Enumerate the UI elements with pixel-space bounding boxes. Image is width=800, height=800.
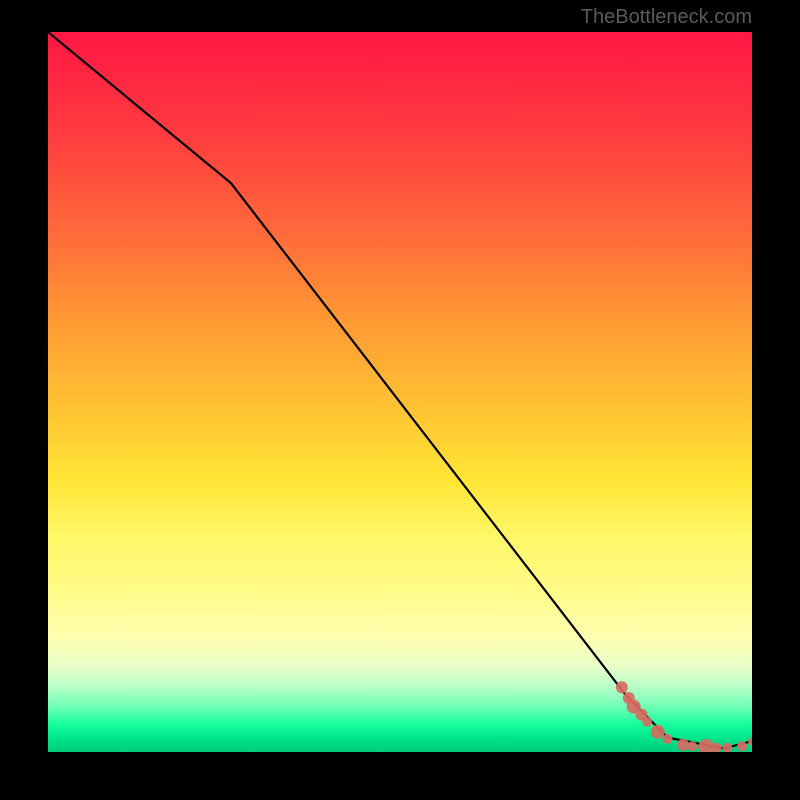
chart-plot-area bbox=[48, 32, 752, 752]
watermark-text: TheBottleneck.com bbox=[581, 6, 752, 29]
chart-frame: TheBottleneck.com bbox=[0, 0, 800, 800]
